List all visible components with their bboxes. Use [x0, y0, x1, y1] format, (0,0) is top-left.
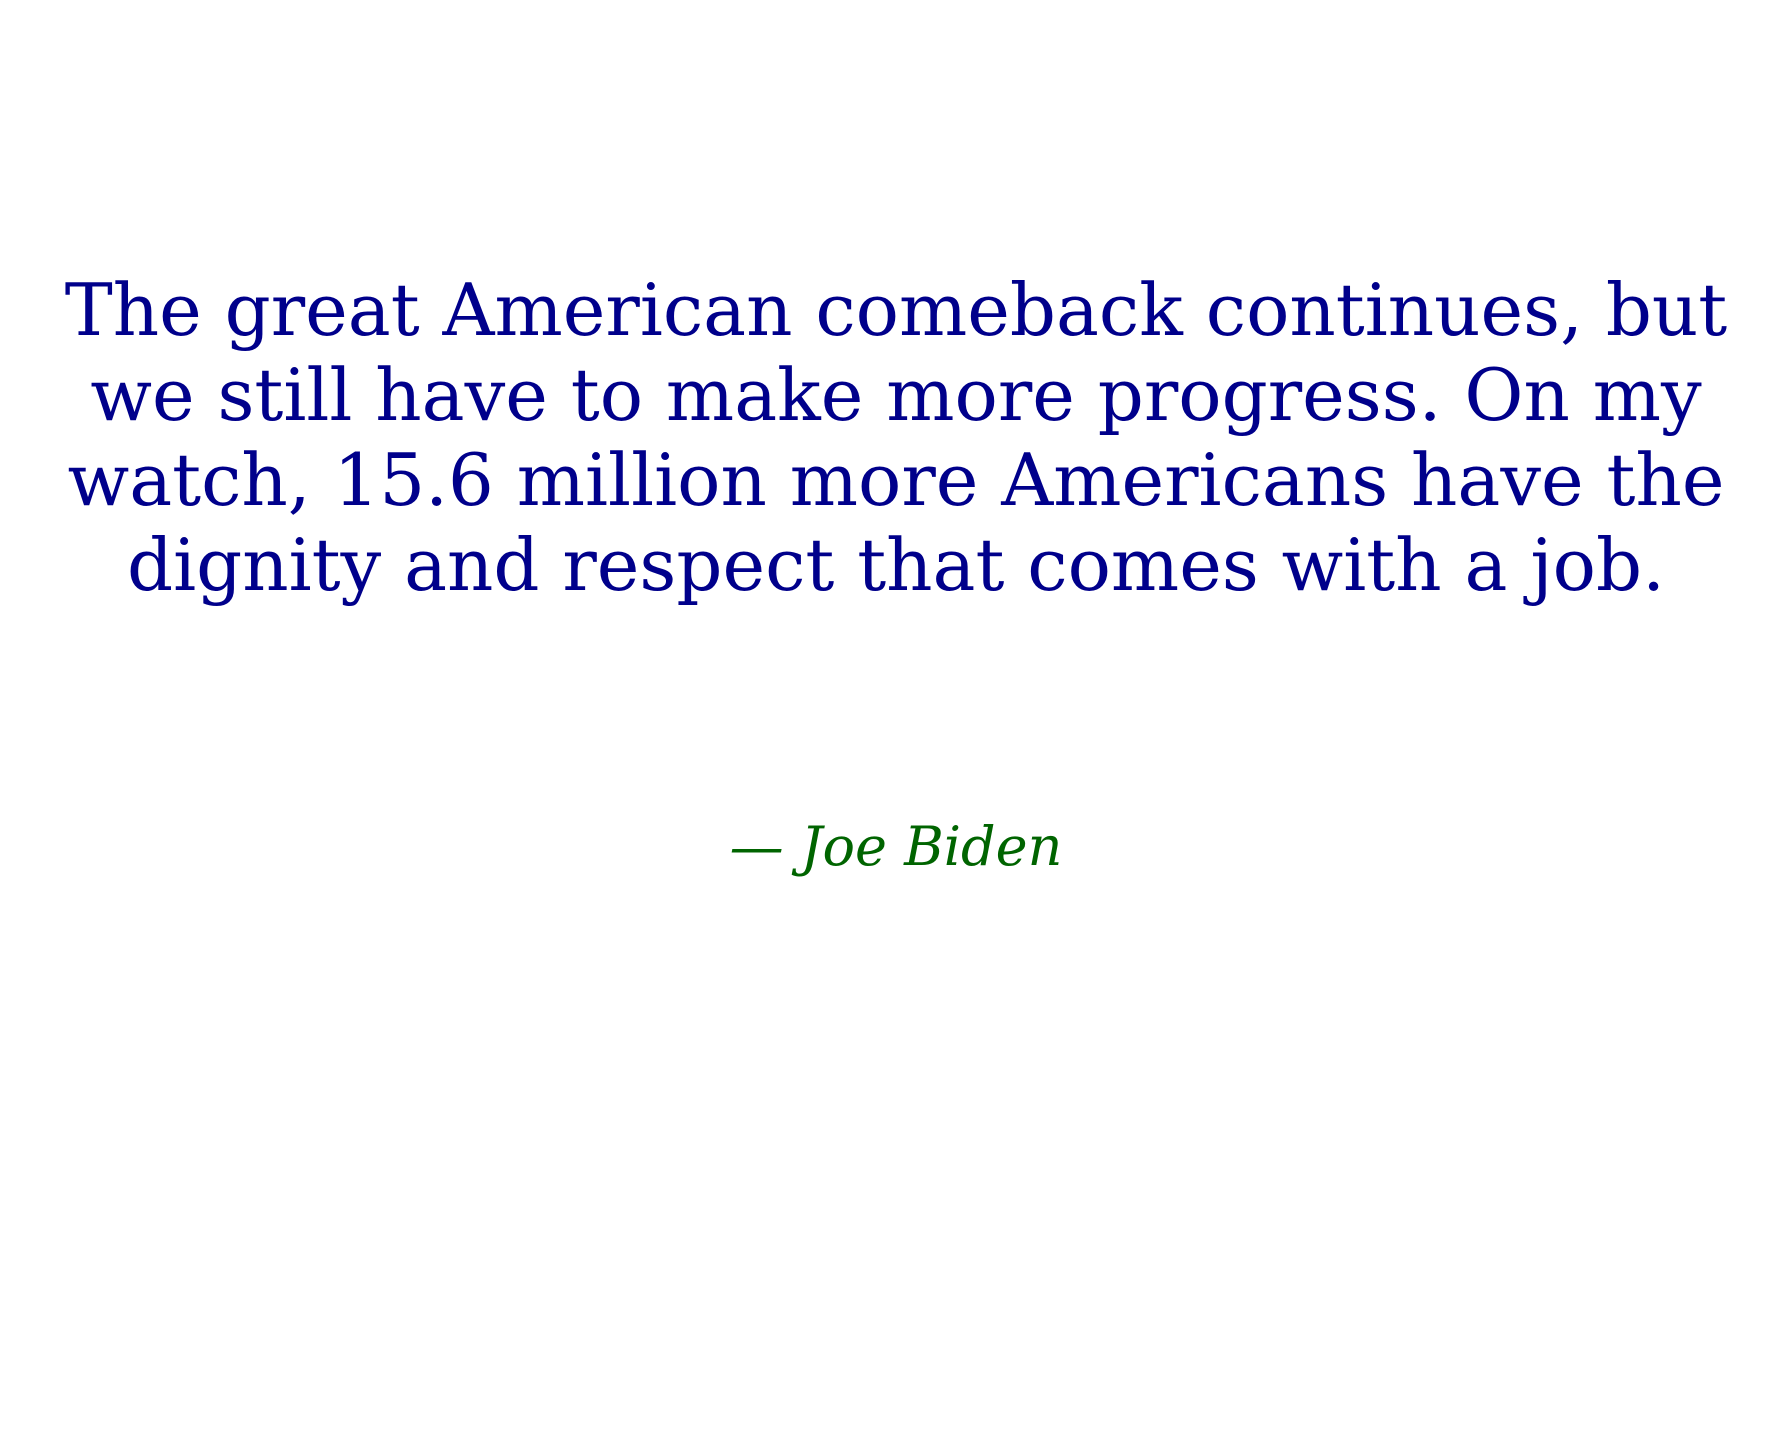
quote-card: The great American comeback continues, b…	[0, 0, 1792, 1446]
quote-line: dignity and respect that comes with a jo…	[127, 523, 1665, 607]
quote-line: watch, 15.6 million more Americans have …	[67, 438, 1725, 522]
quote-text: The great American comeback continues, b…	[0, 268, 1792, 608]
quote-attribution: — Joe Biden	[729, 815, 1063, 878]
quote-line: we still have to make more progress. On …	[90, 353, 1702, 437]
quote-line: The great American comeback continues, b…	[64, 268, 1728, 352]
